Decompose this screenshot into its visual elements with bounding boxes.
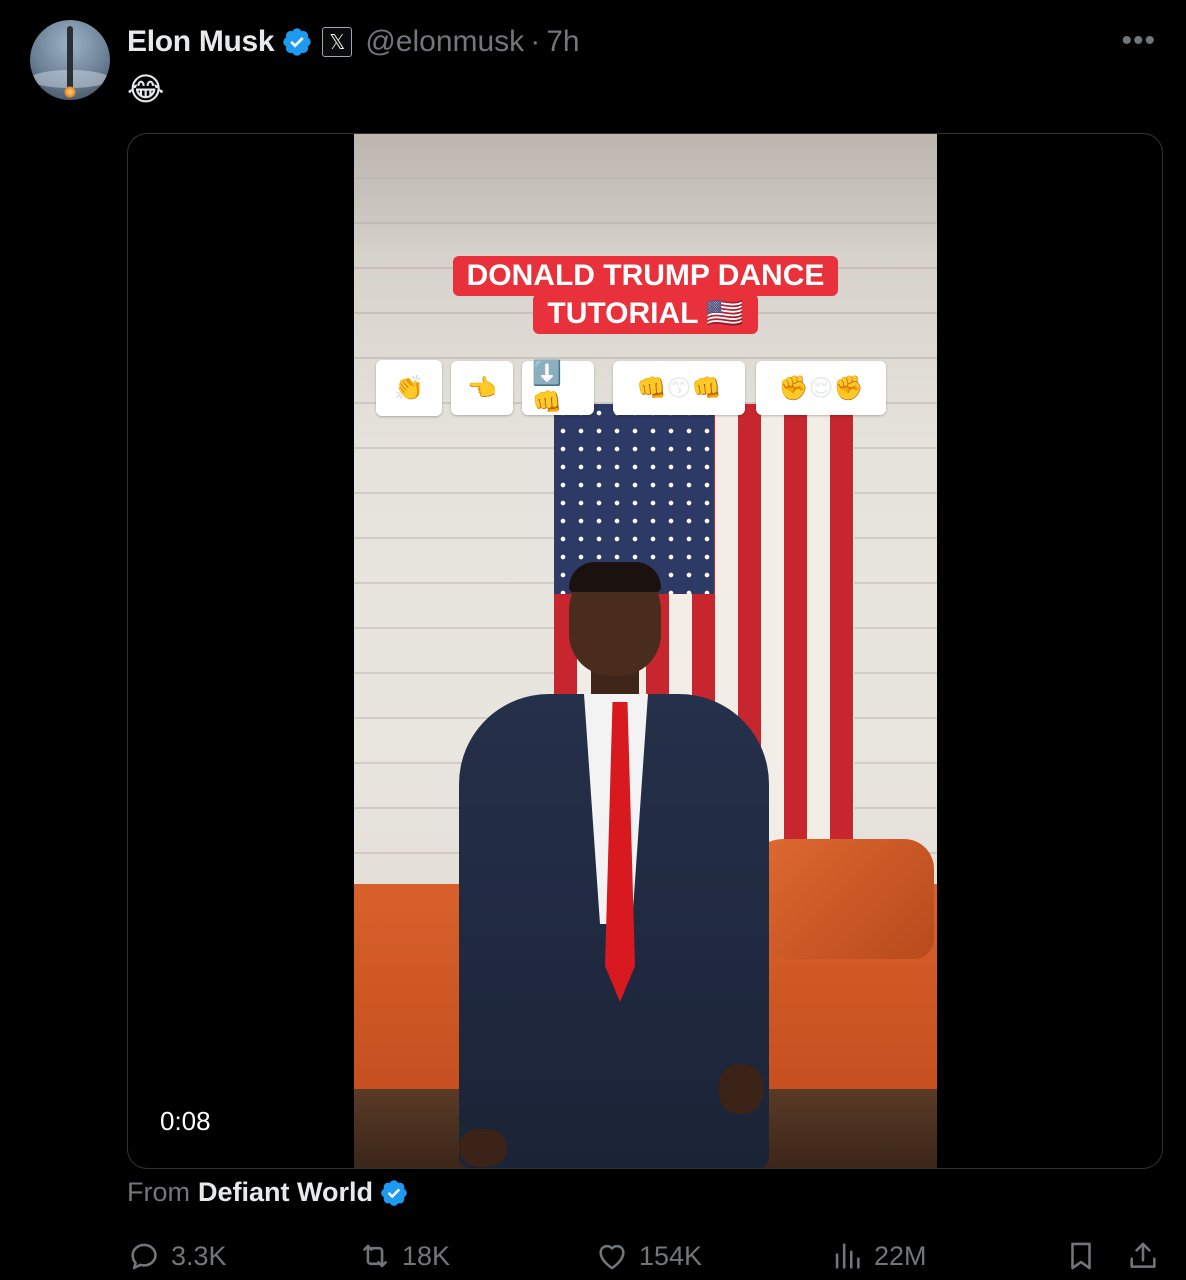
repost-icon bbox=[363, 1244, 387, 1268]
share-icon bbox=[1130, 1242, 1156, 1268]
avatar-rocket bbox=[67, 26, 73, 88]
heart-icon bbox=[599, 1244, 625, 1270]
verified-badge-icon bbox=[283, 28, 311, 56]
repost-count: 18K bbox=[402, 1240, 451, 1271]
reply-icon bbox=[131, 1243, 157, 1270]
author-avatar[interactable] bbox=[30, 20, 110, 100]
post-header: Elon Musk 𝕏 @elonmusk · 7h bbox=[127, 22, 580, 62]
emoji-chip-down-punch: ⬇️👊 bbox=[522, 360, 594, 416]
from-label: From bbox=[127, 1177, 190, 1207]
person-in-suit bbox=[449, 562, 779, 1168]
post-text: 😂 bbox=[127, 71, 165, 107]
video-frame[interactable]: DONALD TRUMP DANCE TUTORIAL 🇺🇸 👏 👈 ⬇️👊 👊… bbox=[354, 134, 937, 1168]
views-button[interactable]: 22M bbox=[830, 1232, 927, 1280]
like-count: 154K bbox=[639, 1240, 703, 1271]
source-verified-badge-icon bbox=[381, 1179, 407, 1206]
emoji-chip-row: 👏 👈 ⬇️👊 👊😙👊 ✊😌✊ bbox=[376, 360, 886, 416]
emoji-chip-point: 👈 bbox=[451, 361, 513, 415]
post-time[interactable]: 7h bbox=[546, 25, 579, 59]
left-hand bbox=[459, 1129, 507, 1167]
x-affiliation-icon[interactable]: 𝕏 bbox=[322, 27, 353, 57]
emoji-chip-punch-kiss: 👊😙👊 bbox=[613, 361, 745, 415]
video-title-overlay: DONALD TRUMP DANCE TUTORIAL 🇺🇸 bbox=[354, 256, 937, 334]
author-name[interactable]: Elon Musk bbox=[127, 25, 275, 59]
right-hand bbox=[719, 1064, 763, 1114]
reply-button[interactable]: 3.3K bbox=[127, 1232, 227, 1280]
video-player[interactable]: DONALD TRUMP DANCE TUTORIAL 🇺🇸 👏 👈 ⬇️👊 👊… bbox=[127, 133, 1163, 1169]
emoji-chip-clap: 👏 bbox=[376, 360, 442, 416]
repost-button[interactable]: 18K bbox=[358, 1232, 450, 1280]
video-duration: 0:08 bbox=[160, 1106, 211, 1136]
separator-dot: · bbox=[530, 25, 541, 58]
more-options-icon[interactable]: ••• bbox=[1121, 24, 1156, 58]
view-count: 22M bbox=[874, 1240, 927, 1271]
action-bar: 3.3K 18K 154K 22M bbox=[0, 1232, 1186, 1280]
bookmark-icon bbox=[1071, 1242, 1091, 1270]
avatar-flame bbox=[64, 86, 76, 98]
reply-count: 3.3K bbox=[171, 1240, 227, 1271]
overlay-title-line1: DONALD TRUMP DANCE bbox=[452, 256, 839, 296]
share-button[interactable] bbox=[1126, 1232, 1160, 1280]
emoji-chip-fist-relieved: ✊😌✊ bbox=[756, 361, 886, 415]
like-button[interactable]: 154K bbox=[595, 1232, 702, 1280]
views-chart-icon bbox=[835, 1243, 860, 1269]
video-source-attribution: From Defiant World bbox=[127, 1177, 409, 1208]
author-handle[interactable]: @elonmusk bbox=[365, 25, 524, 59]
person-hair bbox=[569, 562, 661, 592]
overlay-title-line2: TUTORIAL 🇺🇸 bbox=[533, 294, 758, 334]
bookmark-button[interactable] bbox=[1064, 1232, 1098, 1280]
source-account-link[interactable]: Defiant World bbox=[198, 1177, 373, 1208]
ceiling-shade bbox=[354, 134, 937, 254]
